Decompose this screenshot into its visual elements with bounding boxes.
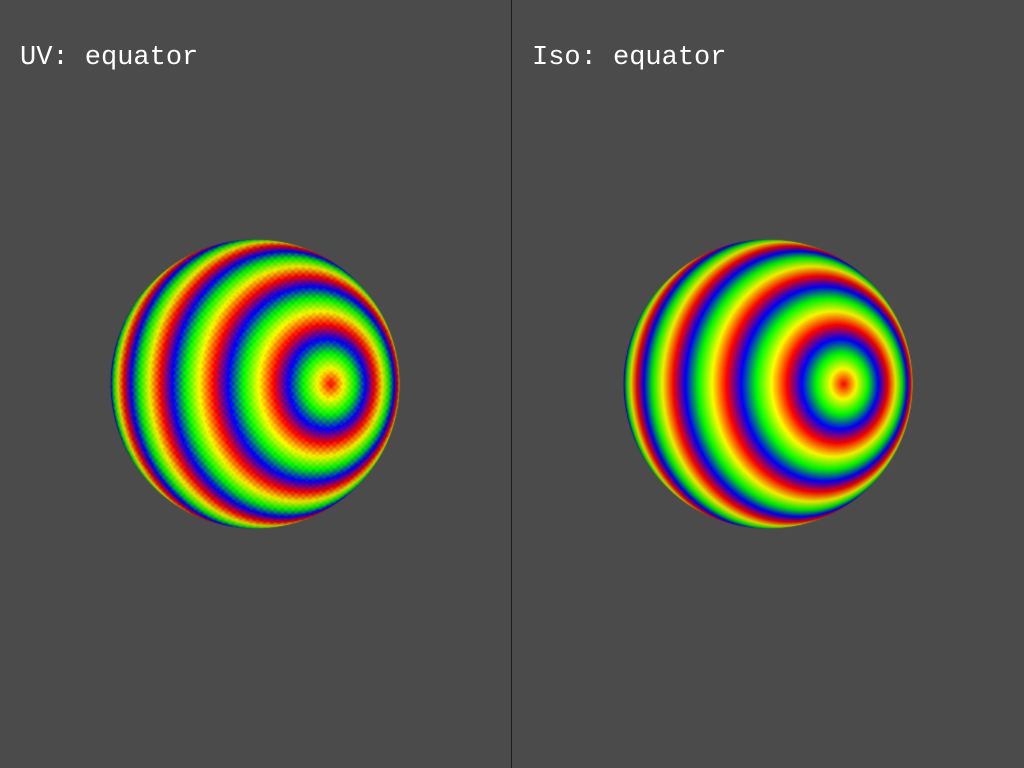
viewport-uv[interactable]: UV: equator <box>0 0 511 768</box>
viewport-label-uv: UV: equator <box>20 43 199 73</box>
uv-sphere-render[interactable] <box>109 238 401 530</box>
viewport-container: UV: equator Iso: equator <box>0 0 1024 768</box>
viewport-label-iso: Iso: equator <box>532 43 727 73</box>
viewport-iso[interactable]: Iso: equator <box>512 0 1024 768</box>
iso-sphere-render[interactable] <box>622 238 914 530</box>
